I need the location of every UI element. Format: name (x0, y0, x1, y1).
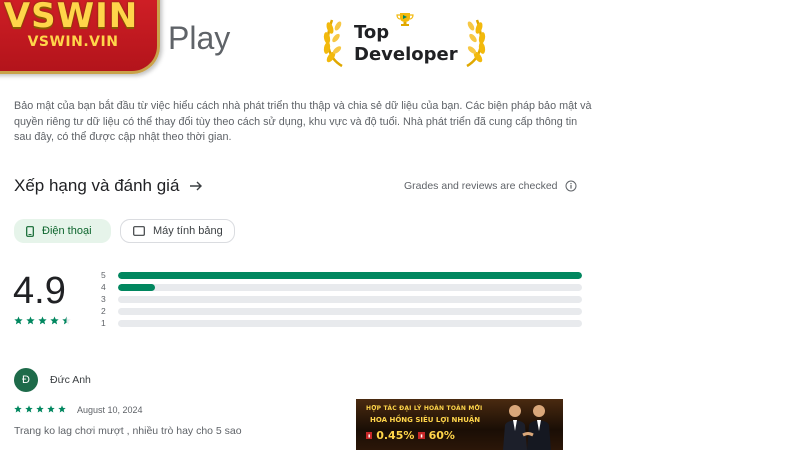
phone-icon (26, 225, 34, 237)
rating-histogram: 5 4 3 2 1 (101, 269, 586, 329)
businessmen-image (503, 405, 551, 450)
star-icon (47, 405, 55, 413)
histogram-fill (118, 271, 582, 279)
histogram-label: 2 (101, 306, 106, 316)
header: VSWIN VSWIN.VIN Play Top Developer (0, 0, 800, 82)
banner-title: HỢP TÁC ĐẠI LÝ HOÀN TOÀN MỚI (366, 405, 483, 412)
histogram-track (118, 307, 582, 315)
histogram-fill (118, 283, 156, 291)
tab-tablet[interactable]: Máy tính bảng (120, 219, 235, 243)
laurel-right-icon (466, 19, 486, 68)
top-developer-line1: Top (354, 22, 390, 43)
info-icon[interactable] (565, 180, 577, 192)
laurel-left-icon (323, 19, 343, 68)
promo-banner[interactable]: HỢP TÁC ĐẠI LÝ HOÀN TOÀN MỚI HOA HỒNG SI… (356, 399, 563, 450)
histogram-track (118, 319, 582, 327)
tablet-icon (133, 226, 145, 236)
logo-site-text: VSWIN.VIN (27, 34, 119, 50)
data-safety-description: Bảo mật của bạn bắt đầu từ việc hiểu các… (14, 100, 592, 143)
banner-rate-1: 0.45% (376, 429, 415, 442)
grades-note: Grades and reviews are checked (404, 180, 558, 192)
top-developer-badge: Top Developer (322, 12, 487, 70)
average-rating-stars (14, 316, 71, 325)
star-icon (58, 405, 66, 413)
tab-tablet-label: Máy tính bảng (153, 225, 223, 237)
google-play-wordmark: Play (168, 20, 231, 56)
star-icon (25, 405, 33, 413)
top-developer-line2: Developer (354, 44, 458, 65)
histogram-track (118, 271, 582, 279)
review-date: August 10, 2024 (77, 405, 143, 415)
histogram-label: 1 (101, 318, 106, 328)
banner-rates: ▮ 0.45% ▮ 60% (366, 429, 455, 442)
banner-chip: ▮ (418, 432, 425, 439)
logo-brand-text: VSWIN (3, 0, 139, 36)
histogram-label: 3 (101, 294, 106, 304)
histogram-row: 5 (101, 269, 586, 281)
review-text: Trang ko lag chơi mượt , nhiều trò hay c… (14, 425, 242, 437)
histogram-row: 2 (101, 305, 586, 317)
banner-subtitle: HOA HỒNG SIÊU LỢI NHUẬN (370, 416, 481, 424)
arrow-right-icon[interactable] (188, 178, 204, 194)
star-icon (14, 316, 23, 325)
tab-phone[interactable]: Điện thoại (14, 219, 111, 243)
avatar: Đ (14, 368, 38, 392)
histogram-row: 4 (101, 281, 586, 293)
review-stars (14, 405, 66, 413)
half-star-icon (62, 316, 71, 325)
star-icon (14, 405, 22, 413)
banner-chip: ▮ (366, 432, 373, 439)
tab-phone-label: Điện thoại (42, 225, 92, 237)
average-rating: 4.9 (13, 270, 66, 312)
histogram-row: 1 (101, 317, 586, 329)
histogram-row: 3 (101, 293, 586, 305)
reviewer-name: Đức Anh (50, 374, 91, 386)
star-icon (36, 405, 44, 413)
ratings-section-title[interactable]: Xếp hạng và đánh giá (14, 176, 179, 196)
histogram-label: 4 (101, 282, 106, 292)
star-icon (50, 316, 59, 325)
histogram-track (118, 283, 582, 291)
banner-rate-2: 60% (428, 429, 455, 442)
histogram-label: 5 (101, 270, 106, 280)
histogram-track (118, 295, 582, 303)
top-developer-text: Top Developer (354, 22, 458, 66)
star-icon (38, 316, 47, 325)
vswin-logo[interactable]: VSWIN VSWIN.VIN (0, 0, 160, 74)
star-icon (26, 316, 35, 325)
